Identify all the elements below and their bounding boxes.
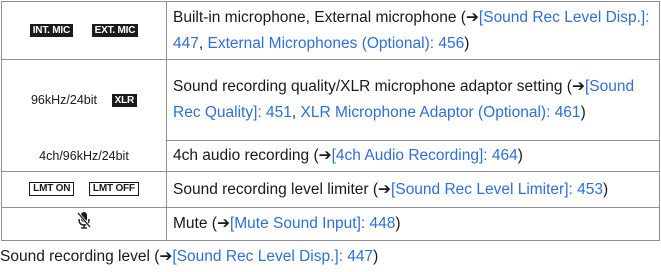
- arrow-icon: ➔: [571, 78, 585, 95]
- arrow-icon: ➔: [465, 8, 479, 26]
- row-text: Built-in microphone, External microphone…: [173, 8, 466, 26]
- separator: ,: [198, 34, 208, 52]
- icon-cell-limiter: LMT ON LMT OFF: [1, 171, 167, 208]
- close-paren: ): [464, 34, 470, 52]
- link-xlr-microphone-adaptor[interactable]: XLR Microphone Adaptor (Optional): 461: [301, 104, 581, 121]
- limiter-on-icon: LMT ON: [29, 182, 75, 197]
- int-mic-icon: INT. MIC: [29, 23, 74, 37]
- icon-cell-microphone: INT. MIC EXT. MIC: [1, 1, 167, 60]
- desc-cell-limiter: Sound recording level limiter (➔[Sound R…: [166, 171, 660, 208]
- ext-mic-icon: EXT. MIC: [91, 23, 139, 37]
- link-external-microphones[interactable]: External Microphones (Optional): 456: [208, 35, 465, 52]
- close-paren: ): [395, 215, 401, 232]
- desc-cell-4ch: 4ch audio recording (➔[4ch Audio Recordi…: [166, 140, 660, 172]
- row-text: Sound recording quality/XLR microphone a…: [173, 78, 572, 95]
- link-sound-rec-level-limiter[interactable]: [Sound Rec Level Limiter]: 453: [391, 181, 603, 198]
- separator: ,: [291, 104, 301, 121]
- mute-microphone-icon: [77, 211, 91, 238]
- icon-cell-4ch: 4ch/96kHz/24bit: [1, 140, 167, 172]
- arrow-icon: ➔: [318, 147, 332, 164]
- limiter-off-icon: LMT OFF: [88, 182, 139, 197]
- desc-cell-quality: Sound recording quality/XLR microphone a…: [166, 59, 660, 141]
- desc-cell-mute: Mute (➔[Mute Sound Input]: 448): [166, 207, 660, 241]
- table-row-mute: Mute (➔[Mute Sound Input]: 448): [1, 207, 660, 241]
- quality-4ch-icon: 4ch/96kHz/24bit: [39, 148, 129, 163]
- icon-cell-quality: 96kHz/24bit XLR: [1, 59, 167, 141]
- table-row-4ch: 4ch/96kHz/24bit 4ch audio recording (➔[4…: [1, 140, 660, 172]
- row-text: Mute (: [173, 215, 217, 232]
- close-paren: ): [603, 180, 609, 198]
- row-text: Sound recording level limiter (: [173, 180, 379, 198]
- desc-cell-microphone: Built-in microphone, External microphone…: [166, 1, 660, 60]
- close-paren: ): [517, 147, 523, 164]
- link-4ch-audio-recording[interactable]: [4ch Audio Recording]: 464: [332, 147, 518, 164]
- link-sound-rec-level-disp-footer[interactable]: [Sound Rec Level Disp.]: 447: [172, 248, 373, 265]
- close-paren: ): [373, 248, 379, 265]
- arrow-icon: ➔: [216, 215, 230, 232]
- table-row-quality: 96kHz/24bit XLR Sound recording quality/…: [1, 59, 660, 141]
- reference-table: INT. MIC EXT. MIC Built-in microphone, E…: [1, 1, 660, 241]
- arrow-icon: ➔: [159, 248, 173, 265]
- icon-cell-mute: [1, 207, 167, 241]
- table-row-microphone: INT. MIC EXT. MIC Built-in microphone, E…: [1, 1, 660, 60]
- table-row-limiter: LMT ON LMT OFF Sound recording level lim…: [1, 171, 660, 208]
- xlr-icon: XLR: [111, 93, 138, 107]
- row-text: 4ch audio recording (: [173, 147, 319, 164]
- link-mute-sound-input[interactable]: [Mute Sound Input]: 448: [230, 215, 395, 232]
- quality-96khz-icon: 96kHz/24bit: [30, 93, 97, 108]
- close-paren: ): [580, 104, 586, 121]
- footer-note: Sound recording level (➔[Sound Rec Level…: [0, 244, 378, 270]
- arrow-icon: ➔: [378, 180, 392, 198]
- footer-text: Sound recording level (: [0, 248, 160, 265]
